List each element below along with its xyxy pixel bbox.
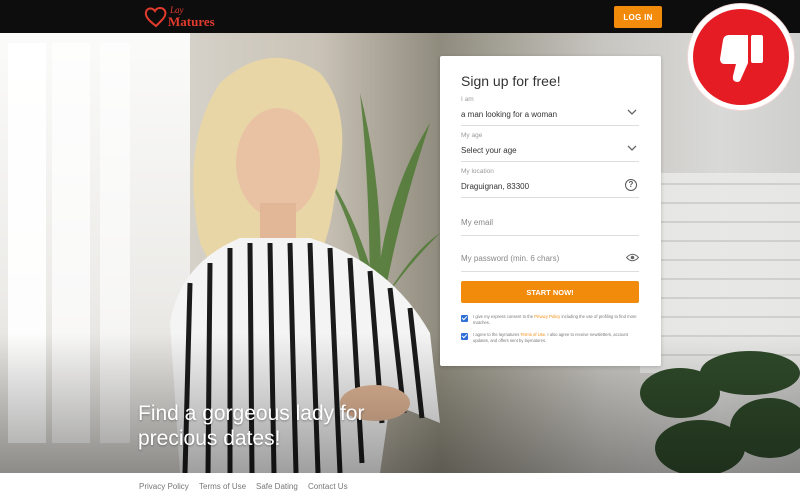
hero-tagline: Find a gorgeous lady for precious dates!	[138, 402, 365, 450]
password-field[interactable]: My password (min. 6 chars)	[461, 242, 639, 272]
question-icon[interactable]: ?	[625, 179, 637, 191]
heart-logo-icon	[144, 7, 167, 28]
logo-text-bottom: Matures	[168, 14, 215, 29]
footer-link-safe-dating[interactable]: Safe Dating	[256, 482, 298, 491]
location-label: My location	[461, 168, 494, 175]
age-label: My age	[461, 132, 483, 139]
age-value: Select your age	[461, 146, 517, 155]
rating-badge	[688, 4, 794, 110]
footer-link-privacy-policy[interactable]: Privacy Policy	[139, 482, 189, 491]
age-select[interactable]: My age Select your age	[461, 132, 639, 162]
privacy-consent: I give my express consent to the Privacy…	[461, 314, 646, 328]
top-navigation-bar: Lay Matures LOG IN	[0, 0, 800, 33]
eye-icon[interactable]	[626, 253, 639, 262]
location-value: Draguignan, 83300	[461, 182, 530, 191]
privacy-consent-text: I give my express consent to the Privacy…	[473, 314, 637, 325]
terms-consent-text: I agree to the laymatures Terms of Use. …	[473, 332, 628, 343]
terms-consent: I agree to the laymatures Terms of Use. …	[461, 332, 646, 346]
terms-consent-checkbox[interactable]	[461, 333, 468, 340]
thumbs-down-icon	[720, 35, 763, 82]
privacy-consent-checkbox[interactable]	[461, 315, 468, 322]
signup-form: Sign up for free! I am a man looking for…	[440, 56, 661, 366]
signup-title: Sign up for free!	[461, 73, 561, 89]
login-button[interactable]: LOG IN	[614, 6, 662, 28]
gender-label: I am	[461, 96, 474, 103]
chevron-down-icon	[627, 109, 637, 115]
gender-select[interactable]: I am a man looking for a woman	[461, 96, 639, 126]
site-logo[interactable]: Lay Matures	[144, 4, 224, 30]
gender-value: a man looking for a woman	[461, 110, 558, 119]
footer-link-terms-of-use[interactable]: Terms of Use	[199, 482, 246, 491]
start-now-button[interactable]: START NOW!	[461, 281, 639, 303]
email-field[interactable]: My email	[461, 206, 639, 236]
footer-link-contact-us[interactable]: Contact Us	[308, 482, 348, 491]
location-field[interactable]: My location Draguignan, 83300 ?	[461, 168, 639, 198]
password-placeholder: My password (min. 6 chars)	[461, 254, 560, 263]
terms-of-use-link[interactable]: Terms of Use	[520, 332, 545, 337]
hero-section: Find a gorgeous lady for precious dates!	[0, 33, 800, 473]
email-placeholder: My email	[461, 218, 494, 227]
footer: Privacy Policy Terms of Use Safe Dating …	[0, 473, 800, 500]
privacy-policy-link[interactable]: Privacy Policy	[534, 314, 560, 319]
chevron-down-icon	[627, 145, 637, 151]
